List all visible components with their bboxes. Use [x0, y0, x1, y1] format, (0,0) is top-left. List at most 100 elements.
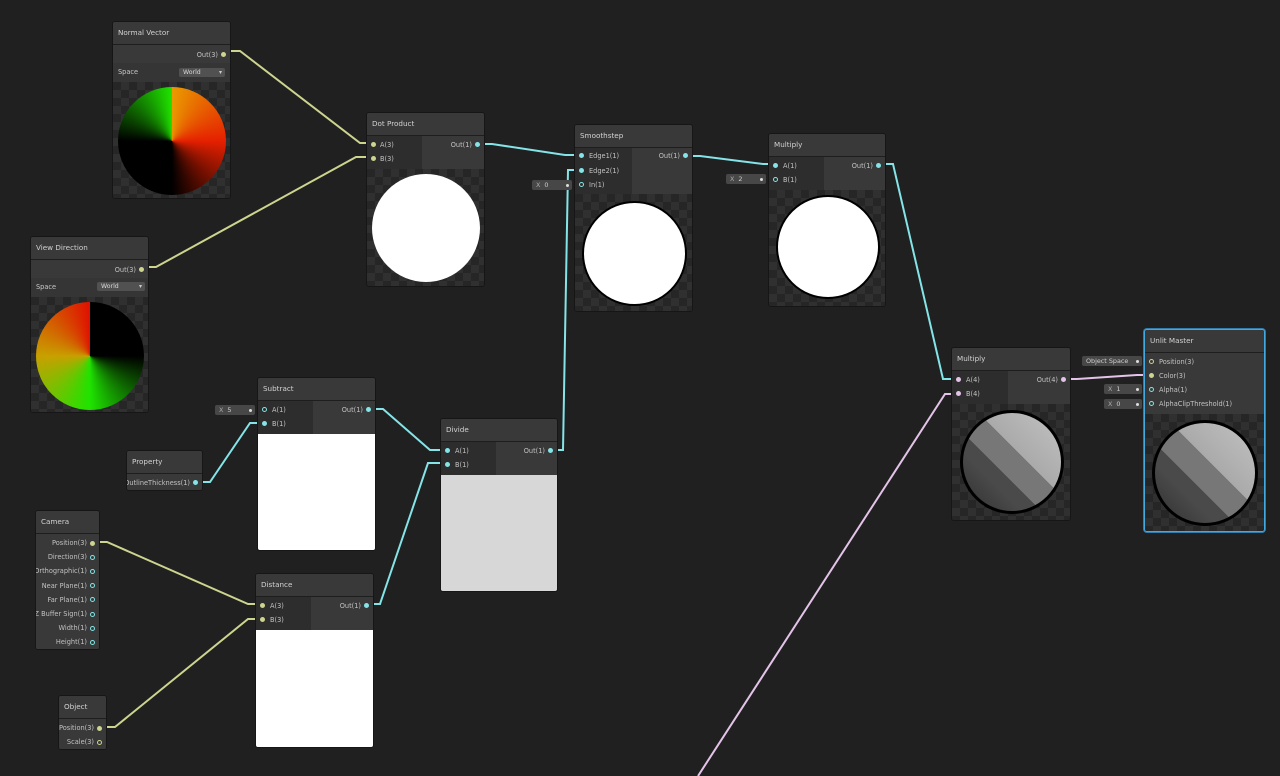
input-port-in[interactable] [579, 182, 584, 187]
output-port-dot[interactable] [97, 740, 102, 745]
output-port-out[interactable] [193, 480, 198, 485]
node-preview [31, 297, 148, 412]
space-dropdown[interactable]: World ▾ [97, 282, 145, 291]
white-sphere-preview [582, 201, 687, 306]
field-value: 0 [1116, 400, 1120, 408]
output-port-out[interactable] [366, 407, 371, 412]
node-camera[interactable]: Camera Position(3)Direction(3)Orthograph… [35, 510, 100, 650]
output-port-out[interactable] [683, 153, 688, 158]
output-port-dot[interactable] [97, 726, 102, 731]
input-port-a[interactable] [773, 163, 778, 168]
input-port-position[interactable] [1149, 359, 1154, 364]
space-dropdown[interactable]: World ▾ [179, 68, 225, 77]
wire-normal-to-dot-a[interactable] [226, 51, 368, 143]
input-port-b[interactable] [371, 156, 376, 161]
input-port-label: B(3) [380, 152, 394, 166]
output-port-dot[interactable] [90, 583, 95, 588]
node-title: Multiply [769, 134, 885, 157]
input-port-label: B(1) [455, 458, 469, 472]
input-port-b[interactable] [956, 391, 961, 396]
input-port-color[interactable] [1149, 373, 1154, 378]
input-port-edge1[interactable] [579, 153, 584, 158]
node-dot-product[interactable]: Dot Product A(3) B(3) Out(1) [366, 112, 485, 287]
node-preview [367, 169, 484, 286]
output-port-out[interactable] [364, 603, 369, 608]
wire-multiply-to-multiply-right[interactable] [881, 164, 956, 379]
output-port-out[interactable] [475, 142, 480, 147]
node-title: Multiply [952, 348, 1070, 371]
node-preview [256, 630, 373, 747]
wire-property-to-subtract-b[interactable] [198, 423, 261, 482]
master-clip-value-field[interactable]: X0 [1104, 399, 1142, 409]
node-normal-vector[interactable]: Normal Vector Out(3) Space World ▾ [112, 21, 231, 199]
output-port-dot[interactable] [90, 640, 95, 645]
output-port-out[interactable] [548, 448, 553, 453]
node-title: Subtract [258, 378, 375, 401]
wire-offscreen-to-multiply-b[interactable] [698, 394, 956, 776]
node-property[interactable]: Property OutlineThickness(1) [126, 450, 203, 491]
wire-distance-to-divide-b[interactable] [368, 463, 445, 604]
node-preview [113, 82, 230, 198]
output-port-label: Out(4) [1037, 373, 1058, 387]
input-port-a[interactable] [260, 603, 265, 608]
node-title: Normal Vector [113, 22, 230, 45]
input-port-a[interactable] [445, 448, 450, 453]
output-port-dot[interactable] [90, 626, 95, 631]
node-title: Distance [256, 574, 373, 597]
input-port-b[interactable] [260, 617, 265, 622]
output-port-label: Width(1) [59, 621, 88, 635]
wire-object-to-distance-b[interactable] [102, 619, 260, 727]
master-position-value-field[interactable]: Object Space [1082, 356, 1142, 366]
output-port-label: Position(3) [59, 721, 94, 735]
wire-dot-to-smoothstep-edge1[interactable] [479, 144, 577, 155]
output-port-label: Out(1) [342, 403, 363, 417]
node-smoothstep[interactable]: Smoothstep Edge1(1) Edge2(1) In(1) Out(1… [574, 124, 693, 312]
input-port-label: Alpha(1) [1159, 383, 1187, 397]
input-port-a[interactable] [956, 377, 961, 382]
wire-multiply-right-to-master-color[interactable] [1065, 375, 1150, 379]
output-port-out[interactable] [139, 267, 144, 272]
node-title: Dot Product [367, 113, 484, 136]
input-port-a[interactable] [371, 142, 376, 147]
input-port-a[interactable] [262, 407, 267, 412]
wire-smoothstep-to-multiply[interactable] [688, 156, 772, 164]
output-port-dot[interactable] [90, 555, 95, 560]
input-port-label: A(1) [272, 403, 286, 417]
input-port-edge2[interactable] [579, 168, 584, 173]
output-port-dot[interactable] [90, 569, 95, 574]
node-divide[interactable]: Divide A(1) B(1) Out(1) [440, 418, 558, 592]
multiply-b-value-field[interactable]: X2 [726, 174, 766, 184]
output-port-dot[interactable] [90, 541, 95, 546]
input-port-alpha[interactable] [1149, 387, 1154, 392]
input-port-b[interactable] [262, 421, 267, 426]
node-unlit-master[interactable]: Unlit Master Position(3) Color(3) Alpha(… [1144, 329, 1265, 532]
output-port-label: Orthographic(1) [35, 564, 87, 578]
input-port-label: A(1) [783, 159, 797, 173]
input-port-label: Edge2(1) [589, 164, 619, 178]
node-distance[interactable]: Distance A(3) B(3) Out(1) [255, 573, 374, 748]
node-object[interactable]: Object Position(3)Scale(3) [58, 695, 107, 750]
input-port-alpha-clip[interactable] [1149, 401, 1154, 406]
axis-label: X [536, 181, 540, 189]
smoothstep-in-value-field[interactable]: X0 [532, 180, 572, 190]
node-subtract[interactable]: Subtract A(1) B(1) Out(1) [257, 377, 376, 551]
output-port-out[interactable] [221, 52, 226, 57]
wire-camera-to-distance-a[interactable] [95, 542, 260, 604]
node-view-direction[interactable]: View Direction Out(3) Space World ▾ [30, 236, 149, 413]
master-alpha-value-field[interactable]: X1 [1104, 384, 1142, 394]
output-port-out[interactable] [876, 163, 881, 168]
wire-subtract-to-divide-a[interactable] [371, 409, 445, 450]
input-port-b[interactable] [445, 462, 450, 467]
output-port-dot[interactable] [90, 612, 95, 617]
input-port-b[interactable] [773, 177, 778, 182]
node-multiply-top[interactable]: Multiply A(1) B(1) Out(1) [768, 133, 886, 307]
input-port-label: Position(3) [1159, 355, 1194, 369]
node-multiply-right[interactable]: Multiply A(4) B(4) Out(4) [951, 347, 1071, 521]
input-port-label: B(3) [270, 613, 284, 627]
output-port-label: Near Plane(1) [42, 579, 87, 593]
subtract-a-value-field[interactable]: X5 [215, 405, 255, 415]
output-port-out[interactable] [1061, 377, 1066, 382]
output-port-dot[interactable] [90, 597, 95, 602]
input-port-label: A(1) [455, 444, 469, 458]
field-value: 5 [227, 406, 231, 414]
